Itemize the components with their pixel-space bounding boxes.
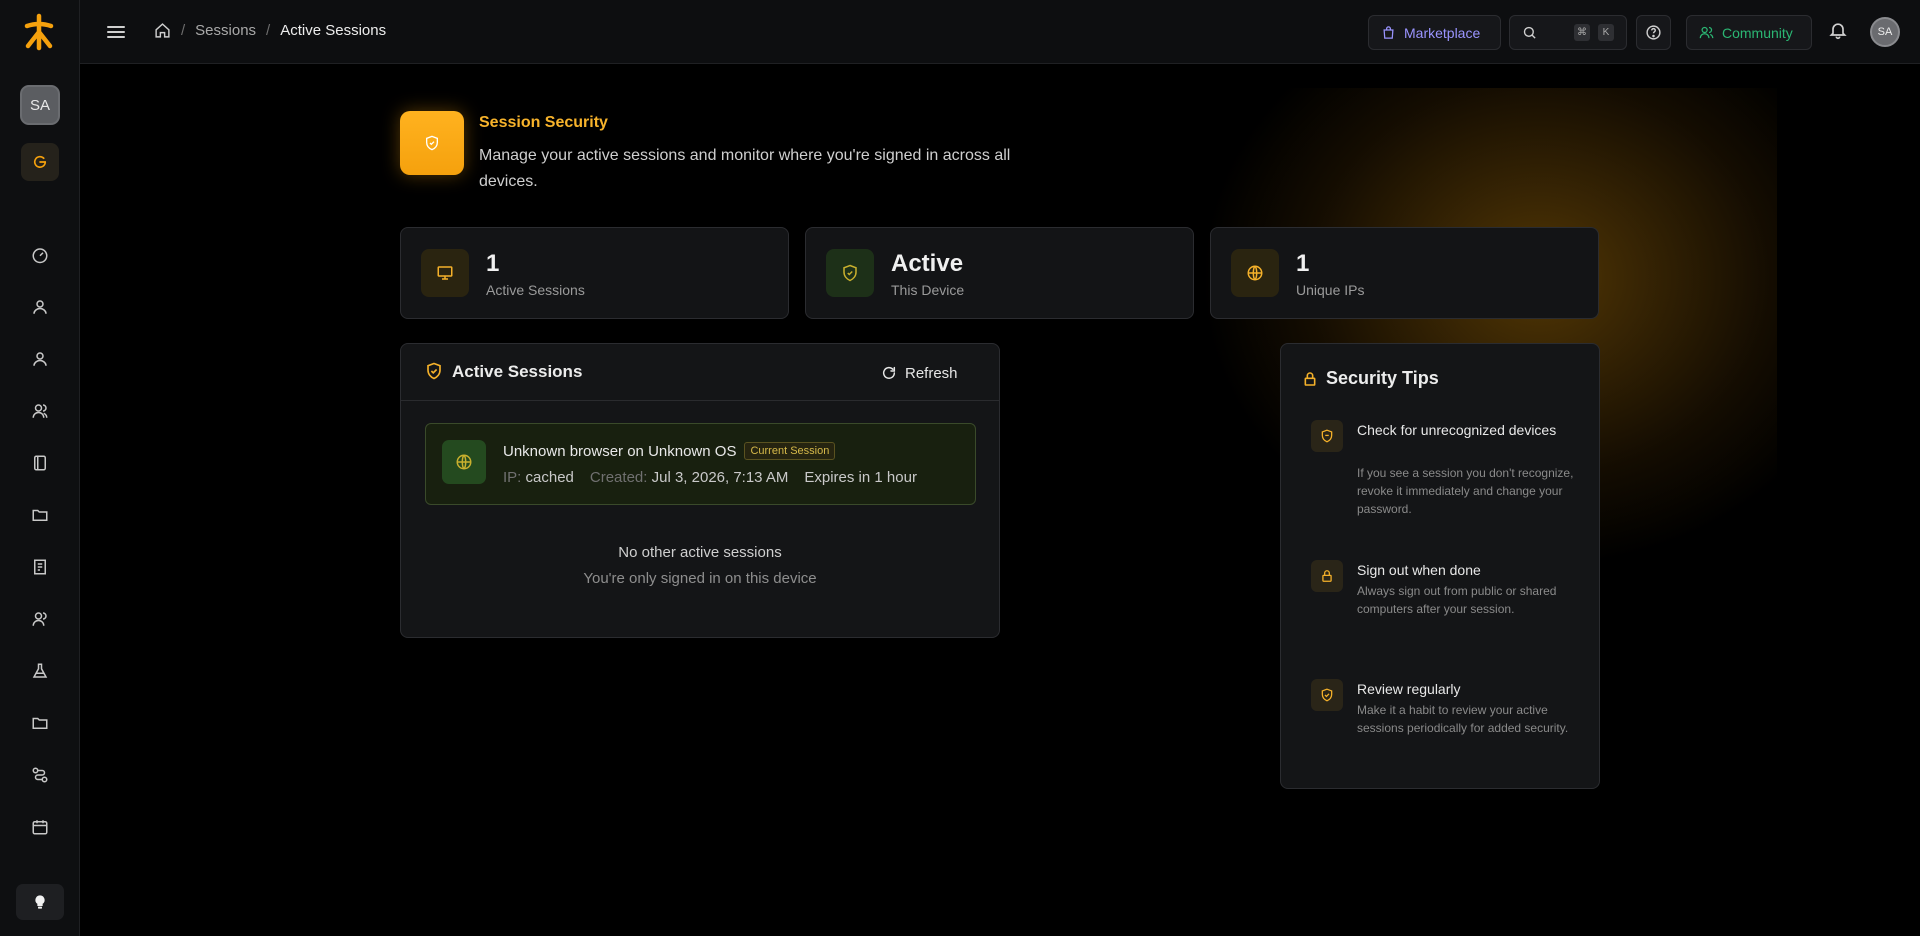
session-device-name: Unknown browser on Unknown OS: [503, 442, 737, 460]
avatar-initials: SA: [1877, 26, 1893, 38]
security-tips-panel: Security Tips Check for unrecognized dev…: [1280, 343, 1600, 789]
help-button[interactable]: [1636, 15, 1671, 50]
globe-icon: [1231, 249, 1279, 297]
lock-icon: [1311, 560, 1343, 592]
dashboard-icon[interactable]: [26, 241, 54, 269]
current-session-row: Unknown browser on Unknown OS Current Se…: [425, 423, 976, 505]
monitor-icon: [421, 249, 469, 297]
stat-label: Active Sessions: [486, 282, 585, 298]
stat-value: 1: [1296, 250, 1310, 277]
shield-icon: [826, 249, 874, 297]
stat-card-this-device: Active This Device: [805, 227, 1194, 319]
active-sessions-panel: Active Sessions Refresh Unknown browser …: [400, 343, 1000, 638]
empty-title: No other active sessions: [618, 544, 782, 561]
tip-title: Sign out when done: [1357, 562, 1481, 578]
stat-label: This Device: [891, 282, 965, 298]
breadcrumb-sessions[interactable]: Sessions: [195, 22, 256, 39]
community-button[interactable]: Community: [1686, 15, 1812, 50]
refresh-button[interactable]: Refresh: [881, 360, 958, 386]
tip-text: Always sign out from public or shared co…: [1357, 584, 1557, 616]
marketplace-button[interactable]: Marketplace: [1368, 15, 1501, 50]
session-meta: IP: cached Created: Jul 3, 2026, 7:13 AM…: [503, 469, 917, 486]
shield-icon: [1311, 420, 1343, 452]
created-label: Created:: [589, 469, 648, 486]
avatar-initials: SA: [29, 96, 50, 114]
current-session-badge: Current Session: [744, 442, 836, 460]
org-switcher[interactable]: [21, 143, 59, 181]
user-icon[interactable]: [26, 293, 54, 321]
shield-check-icon: [1311, 679, 1343, 711]
shield-check-icon: [425, 361, 443, 381]
bell-icon[interactable]: [1828, 20, 1852, 44]
panel-header: Active Sessions Refresh: [401, 344, 999, 401]
tip-title: Review regularly: [1357, 681, 1461, 697]
calendar-icon[interactable]: [26, 813, 54, 841]
lock-icon: [1302, 370, 1318, 388]
sidebar: SA: [0, 0, 80, 936]
breadcrumb-current: Active Sessions: [280, 22, 387, 39]
menu-icon[interactable]: [104, 20, 128, 44]
tips-button[interactable]: [16, 884, 64, 920]
route-icon[interactable]: [26, 761, 54, 789]
kbd-k: K: [1598, 24, 1614, 41]
session-ip: IP: cached: [503, 469, 574, 486]
refresh-label: Refresh: [905, 364, 958, 382]
marketplace-label: Marketplace: [1404, 24, 1481, 41]
search-button[interactable]: ⌘ K: [1509, 15, 1627, 50]
search-icon: [1523, 26, 1536, 39]
org-icon: [33, 155, 47, 168]
globe-icon: [442, 440, 486, 484]
stat-card-active-sessions: 1 Active Sessions: [400, 227, 789, 319]
tip-text: Make it a habit to review your active se…: [1357, 703, 1569, 735]
book-icon[interactable]: [26, 449, 54, 477]
profile-icon[interactable]: [26, 345, 54, 373]
user-avatar[interactable]: SA: [1870, 17, 1900, 47]
tip-text: If you see a session you don't recognize…: [1357, 466, 1574, 516]
breadcrumb-separator: /: [266, 22, 271, 39]
session-expires: Expires in 1 hour: [804, 469, 917, 486]
sidebar-avatar[interactable]: SA: [20, 85, 60, 125]
flask-icon[interactable]: [26, 657, 54, 685]
stat-label: Unique IPs: [1296, 282, 1365, 298]
community-label: Community: [1722, 24, 1793, 41]
team-icon[interactable]: [26, 605, 54, 633]
page-title: Session Security: [479, 114, 608, 131]
session-device: Unknown browser on Unknown OS Current Se…: [503, 442, 836, 460]
folder-icon[interactable]: [26, 501, 54, 529]
stat-card-unique-ips: 1 Unique IPs: [1210, 227, 1599, 319]
breadcrumb-separator: /: [181, 22, 186, 39]
tip-title: Check for unrecognized devices: [1357, 422, 1557, 438]
users-icon: [1699, 26, 1714, 39]
stat-value: Active: [891, 250, 964, 277]
session-security-badge: [400, 111, 464, 175]
help-icon: [1646, 25, 1661, 40]
ip-value: cached: [525, 469, 574, 486]
empty-subtitle: You're only signed in on this device: [583, 570, 817, 587]
users-icon[interactable]: [26, 397, 54, 425]
tips-title: Security Tips: [1326, 368, 1439, 388]
top-bar: / Sessions / Active Sessions Marketplace…: [80, 0, 1920, 64]
receipt-icon[interactable]: [26, 553, 54, 581]
created-value: Jul 3, 2026, 7:13 AM: [651, 469, 789, 486]
page-description: Manage your active sessions and monitor …: [479, 147, 1011, 190]
refresh-icon: [882, 366, 896, 379]
lightbulb-icon: [35, 895, 45, 909]
ip-label: IP:: [503, 469, 522, 486]
breadcrumb: / Sessions / Active Sessions: [154, 22, 386, 39]
home-icon[interactable]: [154, 22, 171, 39]
stat-value: 1: [486, 250, 500, 277]
app-logo[interactable]: [19, 12, 59, 52]
shield-icon: [426, 135, 438, 151]
shopping-bag-icon: [1383, 26, 1394, 39]
session-created: Created: Jul 3, 2026, 7:13 AM: [590, 469, 788, 486]
kbd-cmd: ⌘: [1574, 24, 1590, 41]
panel-title: Active Sessions: [452, 362, 583, 381]
folder-2-icon[interactable]: [26, 709, 54, 737]
